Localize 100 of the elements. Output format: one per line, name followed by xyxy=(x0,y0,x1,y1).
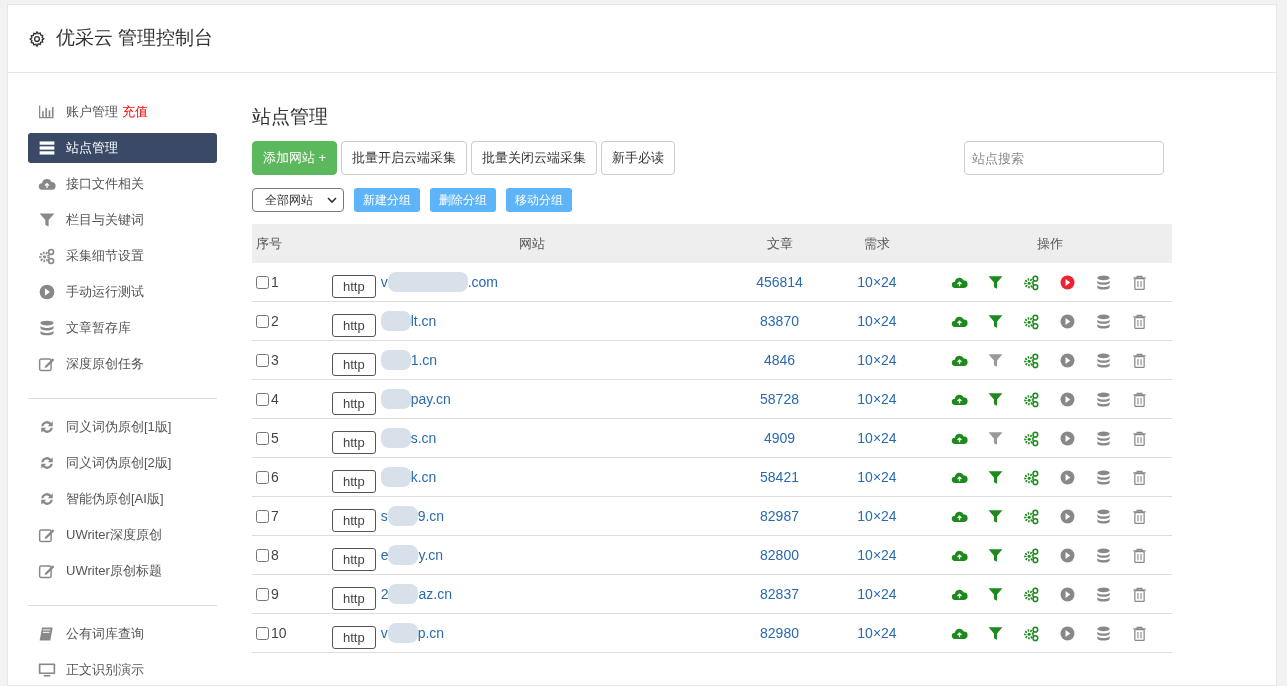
sidebar-item[interactable]: 同义词伪原创[1版] xyxy=(28,412,217,442)
gears-icon[interactable] xyxy=(1023,624,1040,642)
play-icon[interactable] xyxy=(1059,468,1076,486)
row-checkbox[interactable] xyxy=(256,626,269,640)
filter-icon[interactable] xyxy=(987,390,1004,408)
sidebar-item[interactable]: 账户管理 充值 xyxy=(28,97,217,127)
sidebar-item[interactable]: UWriter原创标题 xyxy=(28,556,217,586)
trash-icon[interactable] xyxy=(1131,351,1148,369)
redaction-blur xyxy=(380,311,411,331)
site-domain-end: 1.cn xyxy=(410,350,438,370)
toolbar-button[interactable]: 批量关闭云端采集 xyxy=(471,141,598,175)
row-checkbox[interactable] xyxy=(256,548,269,562)
column-header: 需求 xyxy=(864,235,890,251)
trash-icon[interactable] xyxy=(1131,429,1148,447)
sidebar-item[interactable]: 栏目与关键词 xyxy=(28,205,217,235)
filter-icon[interactable] xyxy=(987,429,1004,447)
sidebar-item[interactable]: 智能伪原创[AI版] xyxy=(28,484,217,514)
group-select[interactable]: 全部网站 xyxy=(252,188,344,212)
trash-icon[interactable] xyxy=(1131,507,1148,525)
trash-icon[interactable] xyxy=(1131,546,1148,564)
play-icon[interactable] xyxy=(1059,273,1076,291)
gears-icon[interactable] xyxy=(1023,507,1040,525)
play-icon[interactable] xyxy=(1059,429,1076,447)
sidebar-item[interactable]: 同义词伪原创[2版] xyxy=(28,448,217,478)
site-domain-start: v xyxy=(380,272,388,292)
database-icon[interactable] xyxy=(1095,429,1112,447)
demand-value: 10×24 xyxy=(857,624,897,641)
database-icon[interactable] xyxy=(1095,351,1112,369)
trash-icon[interactable] xyxy=(1131,390,1148,408)
filter-icon[interactable] xyxy=(987,507,1004,525)
trash-icon[interactable] xyxy=(1131,468,1148,486)
sidebar-item[interactable]: 正文识别演示 xyxy=(28,655,217,685)
trash-icon[interactable] xyxy=(1131,273,1148,291)
gears-icon[interactable] xyxy=(1023,429,1040,447)
sidebar-item[interactable]: UWriter深度原创 xyxy=(28,520,217,550)
redaction-blur xyxy=(387,623,418,643)
database-icon[interactable] xyxy=(1095,546,1112,564)
play-icon[interactable] xyxy=(1059,390,1076,408)
toolbar-button[interactable]: 批量开启云端采集 xyxy=(341,141,468,175)
row-number: 5 xyxy=(271,428,279,448)
play-icon[interactable] xyxy=(1059,507,1076,525)
row-checkbox[interactable] xyxy=(256,314,269,328)
scheme-tag: http xyxy=(332,586,376,610)
filter-icon[interactable] xyxy=(987,351,1004,369)
database-icon[interactable] xyxy=(1095,585,1112,603)
database-icon[interactable] xyxy=(1095,312,1112,330)
sidebar-item[interactable]: 公有词库查询 xyxy=(28,619,217,649)
redaction-blur xyxy=(380,389,411,409)
database-icon[interactable] xyxy=(1095,507,1112,525)
toolbar-button[interactable]: 新手必读 xyxy=(601,141,676,175)
gears-icon[interactable] xyxy=(1023,390,1040,408)
gears-icon[interactable] xyxy=(1023,585,1040,603)
play-icon[interactable] xyxy=(1059,312,1076,330)
gears-icon[interactable] xyxy=(1023,546,1040,564)
database-icon[interactable] xyxy=(1095,624,1112,642)
redaction-blur xyxy=(380,467,411,487)
sidebar-item[interactable]: 深度原创任务 xyxy=(28,349,217,379)
gears-icon[interactable] xyxy=(1023,351,1040,369)
recharge-link[interactable]: 充值 xyxy=(122,102,148,122)
gears-icon[interactable] xyxy=(1023,273,1040,291)
trash-icon[interactable] xyxy=(1131,312,1148,330)
demand-value: 10×24 xyxy=(857,273,897,290)
row-checkbox[interactable] xyxy=(256,470,269,484)
sidebar-item[interactable]: 接口文件相关 xyxy=(28,169,217,199)
trash-icon[interactable] xyxy=(1131,624,1148,642)
database-icon[interactable] xyxy=(1095,390,1112,408)
database-icon[interactable] xyxy=(1095,468,1112,486)
demand-value: 10×24 xyxy=(857,351,897,368)
site-domain-end: lt.cn xyxy=(410,311,437,331)
trash-icon[interactable] xyxy=(1131,585,1148,603)
row-checkbox[interactable] xyxy=(256,431,269,445)
filter-icon[interactable] xyxy=(987,585,1004,603)
play-icon[interactable] xyxy=(1059,585,1076,603)
play-icon[interactable] xyxy=(1059,624,1076,642)
database-icon[interactable] xyxy=(1095,273,1112,291)
row-checkbox[interactable] xyxy=(256,353,269,367)
play-icon[interactable] xyxy=(1059,546,1076,564)
sidebar-item[interactable]: 文章暂存库 xyxy=(28,313,217,343)
search-field[interactable]: 站点搜索 xyxy=(964,141,1164,175)
scheme-tag: http xyxy=(332,391,376,415)
article-count: 456814 xyxy=(756,273,803,290)
row-checkbox[interactable] xyxy=(256,509,269,523)
sidebar-item[interactable]: 手动运行测试 xyxy=(28,277,217,307)
filter-icon[interactable] xyxy=(987,273,1004,291)
play-icon[interactable] xyxy=(1059,351,1076,369)
row-number: 7 xyxy=(271,506,279,526)
row-checkbox[interactable] xyxy=(256,275,269,289)
edit-icon xyxy=(38,562,56,580)
site-domain-start: s xyxy=(380,506,388,526)
sidebar-item[interactable]: 采集细节设置 xyxy=(28,241,217,271)
gears-icon[interactable] xyxy=(1023,468,1040,486)
filter-icon[interactable] xyxy=(987,546,1004,564)
filter-icon[interactable] xyxy=(987,312,1004,330)
row-checkbox[interactable] xyxy=(256,392,269,406)
row-checkbox[interactable] xyxy=(256,587,269,601)
filter-icon[interactable] xyxy=(987,468,1004,486)
sidebar-item[interactable]: 站点管理 xyxy=(28,133,217,163)
filter-icon[interactable] xyxy=(987,624,1004,642)
article-count: 83870 xyxy=(760,312,799,329)
gears-icon[interactable] xyxy=(1023,312,1040,330)
